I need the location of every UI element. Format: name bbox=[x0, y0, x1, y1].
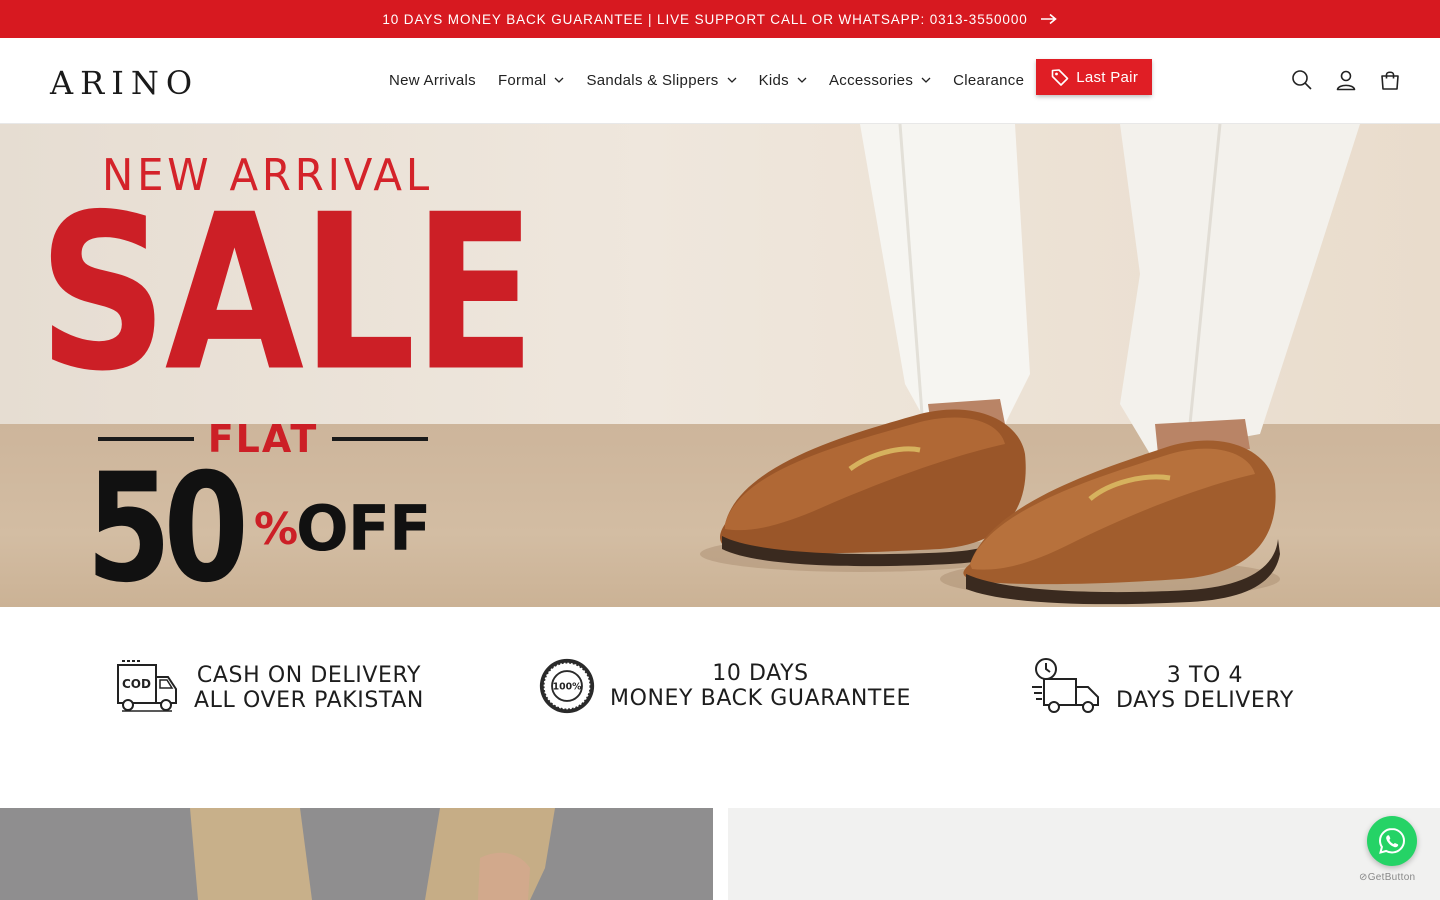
site-logo[interactable]: ARINO bbox=[50, 64, 199, 102]
feature-line1: CASH ON DELIVERY bbox=[196, 663, 422, 688]
feature-cod: COD CASH ON DELIVERY ALL OVER PAKISTAN bbox=[114, 657, 424, 719]
chevron-down-icon bbox=[797, 77, 807, 83]
search-icon[interactable] bbox=[1290, 68, 1314, 92]
whatsapp-credit-label: GetButton bbox=[1367, 872, 1416, 883]
nav-new-arrivals[interactable]: New Arrivals bbox=[378, 60, 487, 100]
account-icon[interactable] bbox=[1334, 68, 1358, 92]
nav-label: Kids bbox=[758, 71, 789, 89]
nav-label: Accessories bbox=[828, 71, 914, 89]
shoes-illustration bbox=[700, 124, 1360, 605]
feature-text: CASH ON DELIVERY ALL OVER PAKISTAN bbox=[194, 663, 424, 713]
tag-icon bbox=[1051, 69, 1069, 86]
nav-accessories[interactable]: Accessories bbox=[818, 60, 942, 100]
whatsapp-icon bbox=[1378, 827, 1406, 854]
collection-tile-left[interactable] bbox=[0, 808, 713, 900]
feature-line2: MONEY BACK GUARANTEE bbox=[610, 686, 911, 711]
delivery-truck-clock-icon bbox=[1032, 658, 1099, 713]
announcement-bar[interactable]: 10 DAYS MONEY BACK GUARANTEE | LIVE SUPP… bbox=[0, 0, 1440, 38]
hero-sale: SALE bbox=[38, 167, 536, 419]
money-back-seal-icon: 100% bbox=[539, 658, 595, 714]
site-header: ARINO New Arrivals Formal Sandals & Slip… bbox=[0, 38, 1440, 124]
feature-line1: 10 DAYS bbox=[712, 661, 809, 686]
cod-badge: COD bbox=[122, 677, 151, 691]
getbutton-icon: ⊘ bbox=[1359, 872, 1368, 883]
chevron-down-icon bbox=[554, 77, 564, 83]
whatsapp-credit[interactable]: ⊘GetButton bbox=[1359, 872, 1415, 883]
feature-text: 3 TO 4 DAYS DELIVERY bbox=[1116, 663, 1294, 713]
feature-money-back: 100% 10 DAYS MONEY BACK GUARANTEE bbox=[538, 657, 911, 715]
features-row: COD CASH ON DELIVERY ALL OVER PAKISTAN 1… bbox=[0, 607, 1440, 807]
nav-formal[interactable]: Formal bbox=[487, 60, 575, 100]
nav-label: New Arrivals bbox=[389, 71, 476, 89]
main-nav: New Arrivals Formal Sandals & Slippers K… bbox=[378, 59, 1153, 100]
cart-icon[interactable] bbox=[1378, 68, 1402, 92]
feature-line1: 3 TO 4 bbox=[1166, 663, 1244, 688]
arrow-right-icon bbox=[1040, 13, 1057, 25]
feature-text: 10 DAYS MONEY BACK GUARANTEE bbox=[610, 661, 911, 711]
nav-label: Sandals & Slippers bbox=[586, 71, 719, 89]
chevron-down-icon bbox=[727, 77, 737, 83]
feature-line2: DAYS DELIVERY bbox=[1116, 688, 1294, 713]
chevron-down-icon bbox=[921, 77, 931, 83]
hero-discount-value: 50 bbox=[86, 442, 249, 607]
feature-line2: ALL OVER PAKISTAN bbox=[194, 688, 424, 713]
divider-line bbox=[98, 437, 194, 441]
nav-sandals-slippers[interactable]: Sandals & Slippers bbox=[575, 60, 747, 100]
divider-line bbox=[332, 437, 428, 441]
nav-label: Clearance bbox=[953, 71, 1025, 89]
feature-delivery: 3 TO 4 DAYS DELIVERY bbox=[1030, 657, 1294, 719]
hero-percent: % bbox=[254, 504, 299, 555]
nav-kids[interactable]: Kids bbox=[748, 60, 818, 100]
collection-image-left bbox=[0, 808, 713, 900]
last-pair-label: Last Pair bbox=[1076, 68, 1139, 86]
nav-label: Formal bbox=[497, 71, 547, 89]
header-icons bbox=[1290, 68, 1402, 92]
seal-badge: 100% bbox=[553, 682, 583, 693]
hero-off: OFF bbox=[296, 492, 431, 565]
collection-tile-right[interactable] bbox=[728, 808, 1440, 900]
nav-clearance[interactable]: Clearance bbox=[942, 60, 1035, 100]
whatsapp-button[interactable] bbox=[1367, 816, 1417, 866]
announcement-text: 10 DAYS MONEY BACK GUARANTEE | LIVE SUPP… bbox=[382, 11, 1028, 27]
cod-truck-icon: COD bbox=[117, 660, 177, 712]
hero-banner[interactable]: NEW ARRIVAL SALE FLAT 50 % OFF bbox=[0, 124, 1440, 607]
last-pair-button[interactable]: Last Pair bbox=[1036, 59, 1153, 95]
